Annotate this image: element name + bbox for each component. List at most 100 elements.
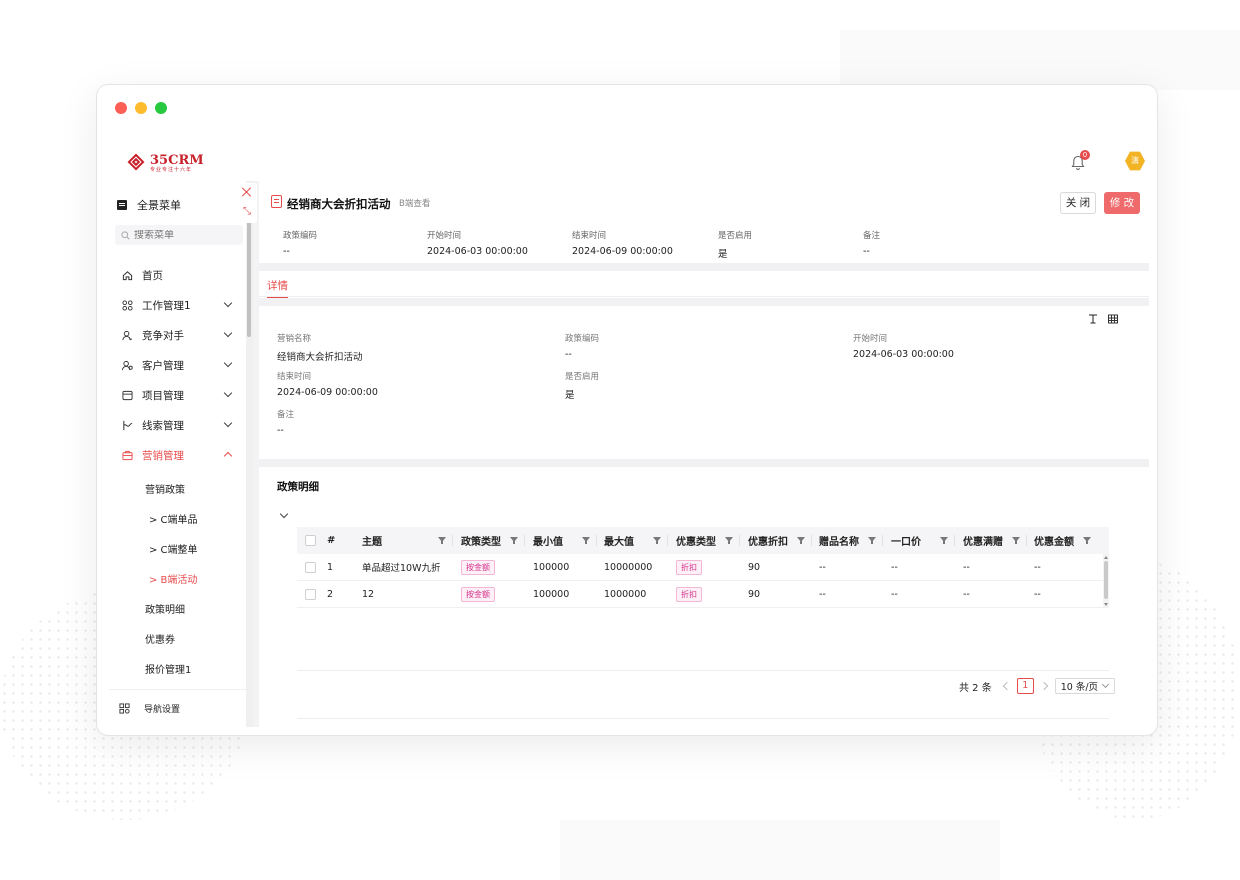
scroll-down-icon[interactable]	[1104, 603, 1108, 606]
sidebar-item-customers[interactable]: 客户管理	[109, 354, 245, 376]
prev-page-icon[interactable]	[1002, 681, 1011, 691]
page-1[interactable]: 1	[1016, 678, 1034, 694]
chevron-down-icon[interactable]	[279, 509, 289, 519]
cell-min: 100000	[533, 561, 570, 573]
cell-amount: --	[1034, 588, 1041, 600]
sidebar-sub-c-single[interactable]: > C端单品	[109, 507, 245, 529]
cell-fixed-price: --	[891, 561, 898, 573]
total-count: 共 2 条	[959, 682, 992, 694]
table-row[interactable]: 2 12 按金额 100000 1000000 折扣 90 -- -- -- -…	[297, 581, 1109, 608]
sidebar-sub-policy-detail[interactable]: 政策明细	[109, 597, 245, 619]
summary-item: 备注 --	[863, 229, 1003, 257]
column-header: 优惠金额	[1034, 537, 1074, 548]
home-icon	[121, 269, 133, 281]
tab-detail[interactable]: 详情	[267, 278, 288, 299]
field-end-time: 结束时间 2024-06-09 00:00:00	[277, 370, 527, 398]
top-bar: 35CRM 专业专注十六年 0 演	[109, 143, 1149, 181]
page-size-select[interactable]: 10 条/页	[1054, 678, 1115, 694]
summary-item: 开始时间 2024-06-03 00:00:00	[427, 229, 567, 257]
text-height-icon[interactable]	[1088, 314, 1098, 324]
sidebar-item-home[interactable]: 首页	[109, 264, 245, 286]
next-page-icon[interactable]	[1039, 681, 1048, 691]
sidebar-item-marketing[interactable]: 营销管理	[109, 444, 245, 466]
close-button[interactable]: 关 闭	[1060, 192, 1096, 214]
scroll-thumb[interactable]	[1104, 561, 1108, 599]
sidebar-sub-c-order[interactable]: > C端整单	[109, 537, 245, 559]
summary-value: 是	[718, 249, 728, 260]
chevron-down-icon	[223, 418, 233, 428]
nav-settings[interactable]: 导航设置	[109, 689, 247, 727]
filter-icon[interactable]	[1083, 537, 1091, 544]
background-block	[560, 820, 1000, 880]
filter-icon[interactable]	[725, 537, 733, 544]
sidebar-item-label: 线索管理	[142, 419, 184, 432]
all-menu-button[interactable]: 全景菜单	[117, 197, 181, 213]
column-header: 主题	[362, 537, 382, 548]
filter-icon[interactable]	[438, 537, 446, 544]
tab-bar: 详情	[259, 271, 1149, 299]
table-row[interactable]: 1 单品超过10W九折 按金额 100000 10000000 折扣 90 --…	[297, 554, 1109, 581]
sidebar-item-label: 项目管理	[142, 389, 184, 402]
search-input[interactable]	[134, 229, 234, 241]
detail-drawer: 经销商大会折扣活动 B端查看 关 闭 修 改 政策编码 -- 开始时间 2024…	[259, 181, 1149, 727]
page-size-value: 10 条/页	[1060, 682, 1099, 693]
column-header: 优惠类型	[676, 537, 716, 548]
avatar[interactable]: 演	[1125, 151, 1145, 171]
detail-panel: 营销名称 经销商大会折扣活动 政策编码 -- 开始时间 2024-06-03 0…	[259, 306, 1149, 464]
policy-type-tag: 按金额	[461, 587, 495, 602]
drawer-header: 经销商大会折扣活动 B端查看 关 闭 修 改	[259, 181, 1149, 225]
policy-type-tag: 按金额	[461, 560, 495, 575]
filter-icon[interactable]	[868, 537, 876, 544]
field-label: 营销名称	[277, 334, 312, 344]
minimize-window-dot[interactable]	[135, 102, 147, 114]
users-icon	[121, 359, 133, 371]
filter-icon[interactable]	[653, 537, 661, 544]
edit-button[interactable]: 修 改	[1104, 192, 1140, 214]
field-label: 开始时间	[853, 334, 888, 344]
sidebar-scrollbar[interactable]	[247, 213, 251, 337]
filter-icon[interactable]	[940, 537, 948, 544]
sidebar-sub-marketing-policy[interactable]: 营销政策	[109, 477, 245, 499]
maximize-window-dot[interactable]	[155, 102, 167, 114]
column-divider	[882, 535, 883, 546]
sidebar-item-work[interactable]: 工作管理1	[109, 294, 245, 316]
row-checkbox[interactable]	[305, 589, 316, 600]
sidebar-sub-label: 优惠券	[145, 634, 175, 646]
sidebar-item-projects[interactable]: 项目管理	[109, 384, 245, 406]
logo-icon	[127, 153, 147, 173]
field-value: 经销商大会折扣活动	[277, 352, 363, 363]
sidebar-sub-coupon[interactable]: 优惠券	[109, 627, 245, 649]
field-label: 结束时间	[277, 372, 312, 382]
scroll-up-icon[interactable]	[1104, 556, 1108, 559]
sidebar-item-competitors[interactable]: 竞争对手	[109, 324, 245, 346]
field-value: 是	[565, 390, 575, 401]
browser-window: 35CRM 专业专注十六年 0 演 全景菜单 搜索菜单 首页 工作管理1 竞争对…	[96, 84, 1158, 736]
row-checkbox[interactable]	[305, 562, 316, 573]
chevron-down-icon	[223, 388, 233, 398]
sidebar-item-clues[interactable]: 线索管理	[109, 414, 245, 436]
filter-icon[interactable]	[582, 537, 590, 544]
sidebar-sub-b-activity[interactable]: > B端活动	[109, 567, 245, 589]
filter-icon[interactable]	[797, 537, 805, 544]
select-all-checkbox[interactable]	[305, 535, 316, 546]
close-window-dot[interactable]	[115, 102, 127, 114]
filter-icon[interactable]	[1012, 537, 1020, 544]
logo-text: 35CRM	[150, 152, 204, 168]
close-icon[interactable]	[242, 187, 252, 197]
table-layout-icon[interactable]	[1108, 314, 1118, 324]
shrink-icon[interactable]: ⤡	[241, 206, 253, 218]
menu-search[interactable]	[115, 225, 243, 245]
sidebar-sub-quote[interactable]: 报价管理1	[109, 657, 245, 679]
logo[interactable]: 35CRM 专业专注十六年	[127, 153, 204, 173]
drawer-actions: ⤡	[237, 183, 257, 223]
view-tag: B端查看	[399, 199, 431, 209]
summary-value: 2024-06-09 00:00:00	[572, 246, 673, 257]
filter-icon[interactable]	[510, 537, 518, 544]
table-scrollbar[interactable]	[1103, 554, 1109, 608]
cell-max: 10000000	[604, 561, 653, 573]
field-start-time: 开始时间 2024-06-03 00:00:00	[853, 332, 1103, 360]
summary-value: --	[283, 246, 290, 257]
chevron-up-icon	[223, 451, 233, 461]
column-header: 优惠折扣	[748, 537, 788, 548]
summary-item: 结束时间 2024-06-09 00:00:00	[572, 229, 712, 257]
